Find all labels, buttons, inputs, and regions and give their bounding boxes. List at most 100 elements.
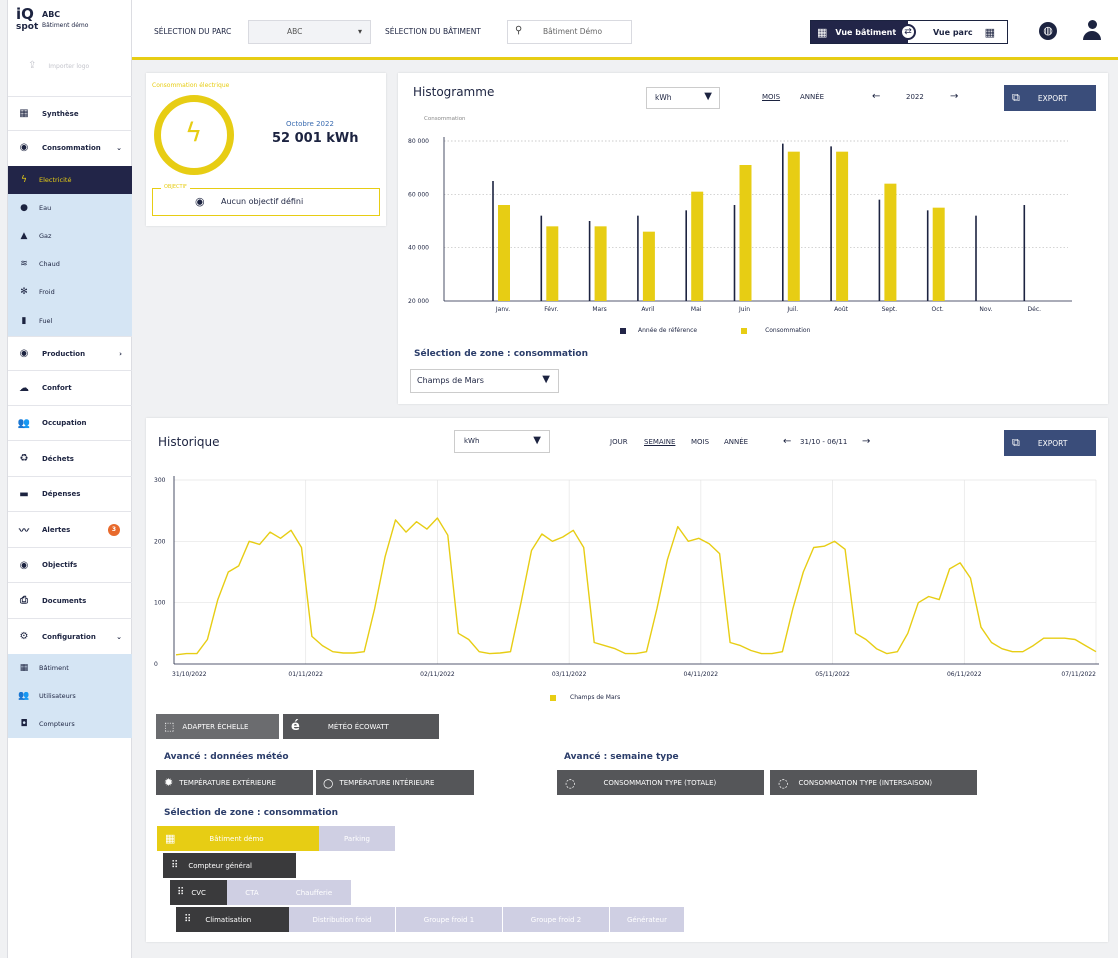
zone-chip-label: Climatisation [205,915,252,924]
sidebar-sub-chaud[interactable]: ≋ Chaud [8,250,132,278]
x-tick-label: 01/11/2022 [288,671,323,678]
sidebar-sub-label: Froid [39,288,55,296]
x-tick-label: Mai [691,306,702,313]
x-tick-label: Mars [592,306,606,313]
zone-chip-batiment-demo[interactable]: ▦ Bâtiment démo [157,826,319,851]
chevron-down-icon: ⌄ [116,632,122,641]
sidebar-item-synthese[interactable]: ▦ Synthèse [8,96,132,130]
mois-tab[interactable]: MOIS [691,438,709,446]
zone-chip-chaufferie[interactable]: Chaufferie [277,880,351,905]
histogramme-unit-select[interactable]: kWh ▼ [646,87,720,109]
grid-icon: ▦ [19,108,29,119]
x-tick-label: 03/11/2022 [552,671,587,678]
historique-unit-select[interactable]: kWh ▼ [454,430,550,453]
zone-chip-compteur-general[interactable]: ⠿ Compteur général [163,853,296,878]
arrow-left-icon[interactable]: ← [872,91,880,102]
sidebar-item-consommation[interactable]: ◉ Consommation ⌄ [8,130,132,164]
mois-tab[interactable]: MOIS [762,93,780,101]
sidebar-item-documents[interactable]: ⎙ Documents [8,582,132,618]
sidebar-item-dechets[interactable]: ♻ Déchets [8,440,132,476]
zone-chip-label: Groupe froid 2 [530,915,582,924]
batiment-label: SÉLECTION DU BÂTIMENT [385,27,481,36]
bar-consommation [836,151,849,301]
sidebar-sub-compteurs[interactable]: ◘ Compteurs [8,710,132,738]
x-tick-label: 05/11/2022 [815,671,850,678]
zone-chip-label: Bâtiment démo [209,834,264,843]
sidebar-item-label: Configuration [42,632,96,641]
sidebar-sub-fuel[interactable]: ▮ Fuel [8,306,132,336]
logo-iq: iQ [16,5,34,23]
snowflake-icon: ✻ [20,287,28,297]
historique-card: Historique kWh ▼ JOUR SEMAINE MOIS ANNÉE… [146,418,1108,942]
x-tick-label: 04/11/2022 [684,671,719,678]
consommation-type-totale-button[interactable]: ◌ CONSOMMATION TYPE (TOTALE) [557,770,764,795]
sidebar-sub-label: Chaud [39,260,60,268]
sidebar-sub-froid[interactable]: ✻ Froid [8,278,132,306]
globe-icon[interactable]: ◍ [1039,22,1057,40]
vue-parc-label: Vue parc [933,27,973,37]
summary-value: 52 001 kWh [272,131,359,146]
zone-chip-cta[interactable]: CTA [227,880,277,905]
annee-tab[interactable]: ANNÉE [800,93,824,101]
zone-select[interactable]: Champs de Mars ▼ [410,369,559,393]
semaine-tab[interactable]: SEMAINE [644,438,675,446]
sidebar-item-objectifs[interactable]: ◉ Objectifs [8,547,132,582]
zone-chip-parking[interactable]: Parking [319,826,395,851]
zone-chip-climatisation[interactable]: ⠿ Climatisation [176,907,289,932]
export-button[interactable]: ⧉ EXPORT [1004,430,1096,456]
arrow-left-icon[interactable]: ← [783,436,791,447]
zone-chip-groupe-froid-1[interactable]: Groupe froid 1 [396,907,502,932]
user-icon[interactable] [1082,20,1102,42]
consommation-type-intersaison-button[interactable]: ◌ CONSOMMATION TYPE (INTERSAISON) [770,770,977,795]
sidebar-item-label: Synthèse [42,109,79,118]
brand-logo[interactable]: iQ spot ABC Bâtiment démo [16,5,136,38]
x-tick-label: 06/11/2022 [947,671,982,678]
zone-chip-groupe-froid-2[interactable]: Groupe froid 2 [503,907,609,932]
objectif-box[interactable]: OBJECTIF ◉ Aucun objectif défini [152,184,380,216]
sidebar-item-production[interactable]: ◉ Production › [8,336,132,370]
sidebar-item-configuration[interactable]: ⚙ Configuration ⌄ [8,618,132,654]
zone-chip-cvc[interactable]: ⠿ CVC [170,880,227,905]
sidebar-item-occupation[interactable]: 👥 Occupation [8,405,132,440]
sidebar-sub-eau[interactable]: ● Eau [8,194,132,222]
swap-icon[interactable]: ⇄ [900,24,916,40]
arrow-right-icon[interactable]: → [862,436,870,447]
sidebar-item-label: Production [42,349,86,358]
x-tick-label: Févr. [544,306,558,313]
summary-title: Consommation électrique [152,82,230,89]
sidebar-sub-gaz[interactable]: ▲ Gaz [8,222,132,250]
external-link-icon: ⧉ [1012,91,1020,104]
adapter-echelle-button[interactable]: ⬚ ADAPTER ÉCHELLE [156,714,279,739]
sidebar-sub-utilisateurs[interactable]: 👥 Utilisateurs [8,682,132,710]
batiment-search-input[interactable]: ⚲ Bâtiment Démo [507,20,632,44]
sidebar-item-alertes[interactable]: 〰 Alertes 3 [8,511,132,547]
sidebar-sub-label: Compteurs [39,720,75,728]
arrow-right-icon[interactable]: → [950,91,958,102]
parc-select[interactable]: ABC ▾ [248,20,371,44]
sidebar-sub-batiment[interactable]: ▦ Bâtiment [8,654,132,682]
import-logo[interactable]: ⇪ Importer logo [28,60,89,71]
temperature-exterieure-button[interactable]: ✹ TEMPÉRATURE EXTÉRIEURE [156,770,313,795]
temperature-interieure-button[interactable]: ○ TEMPÉRATURE INTÉRIEURE [316,770,474,795]
sidebar-item-confort[interactable]: ☁ Confort [8,370,132,405]
zone-chip-generateur[interactable]: Générateur [610,907,684,932]
jour-tab[interactable]: JOUR [610,438,628,446]
annee-tab[interactable]: ANNÉE [724,438,748,446]
meteo-ecowatt-button[interactable]: é MÉTÉO ÉCOWATT [283,714,439,739]
caret-down-icon: ▾ [357,27,362,36]
grid-dots-icon: ⠿ [177,887,185,898]
cloud-icon: ☁ [19,382,29,394]
legend-champs-label: Champs de Mars [570,694,621,701]
cons-totale-label: CONSOMMATION TYPE (TOTALE) [603,778,717,787]
export-button[interactable]: ⧉ EXPORT [1004,85,1096,111]
y-tick-label: 60 000 [408,191,429,198]
y-tick-label: 40 000 [408,245,429,252]
sidebar-item-label: Consommation [42,143,101,152]
ecowatt-icon: é [291,719,300,734]
view-toggle[interactable]: ▦ Vue bâtiment ⇄ Vue parc ▦ [810,20,1008,44]
zone-chip-distribution-froid[interactable]: Distribution froid [289,907,395,932]
vue-batiment-button[interactable]: ▦ Vue bâtiment [811,21,908,43]
sidebar-item-depenses[interactable]: ▬ Dépenses [8,476,132,511]
sidebar-sub-electricite[interactable]: ϟ Electricité [8,166,132,194]
vue-parc-button[interactable]: Vue parc ▦ [923,21,1007,43]
